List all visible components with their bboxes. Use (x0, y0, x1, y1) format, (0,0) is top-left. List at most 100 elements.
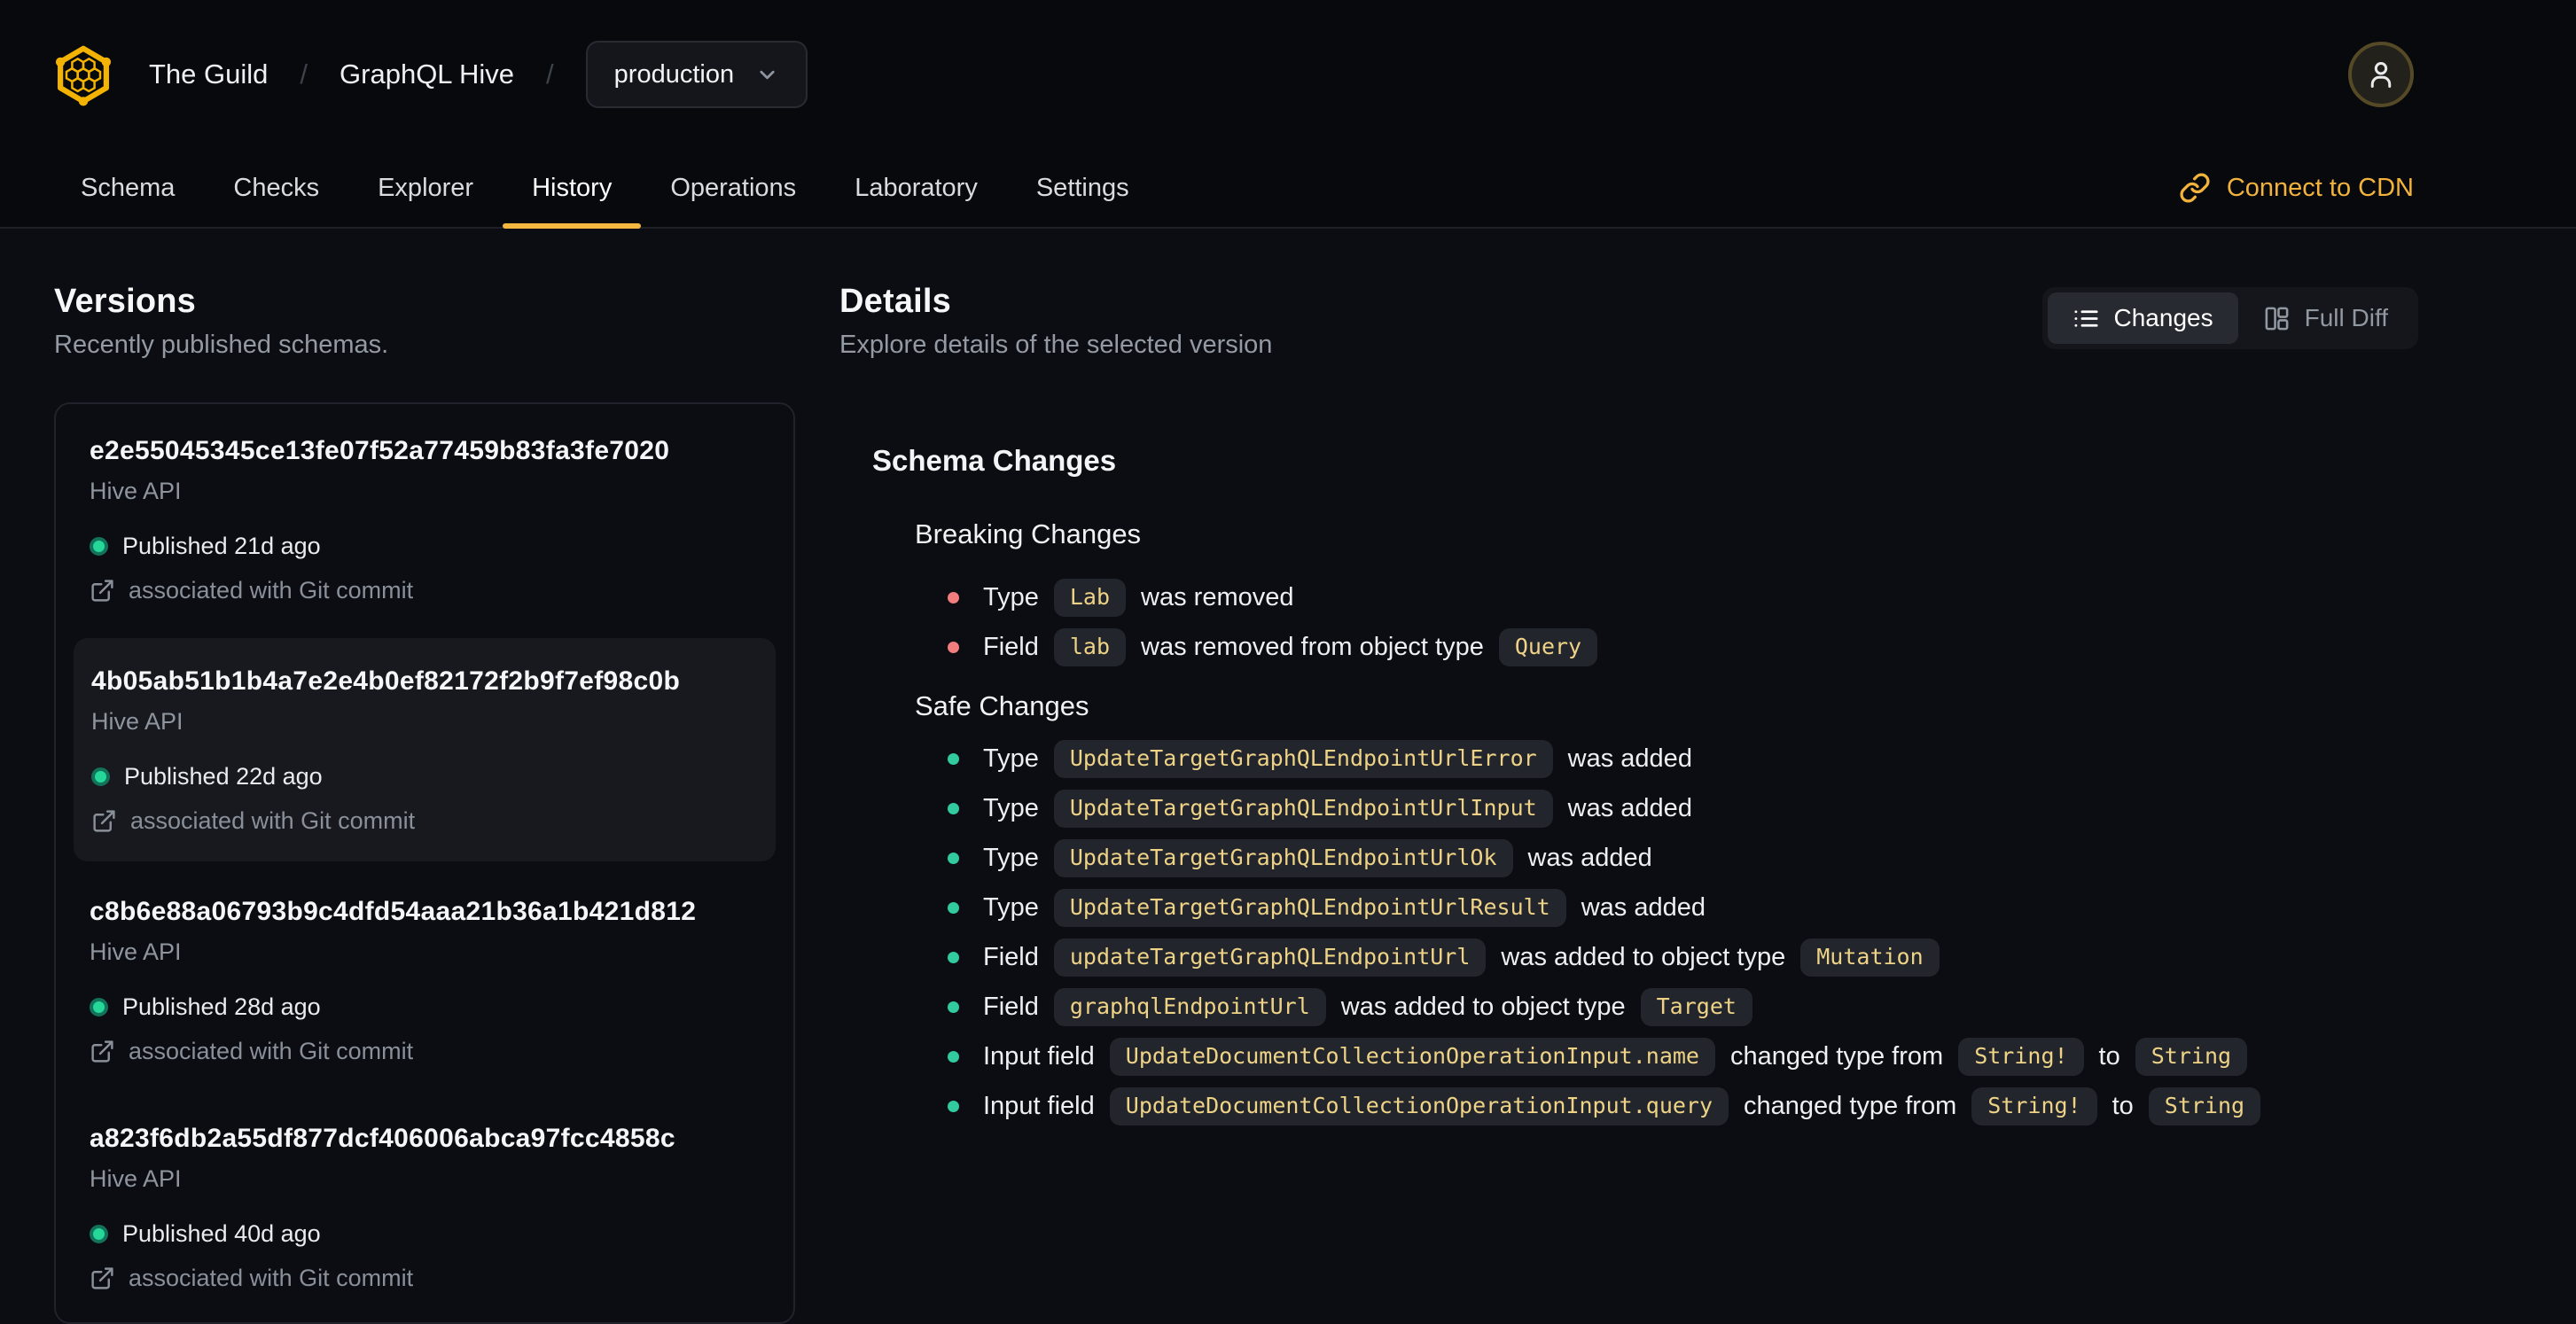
change-text: Field (983, 632, 1039, 661)
hive-logo-icon[interactable] (51, 40, 115, 109)
version-commit-row[interactable]: associated with Git commit (90, 574, 758, 606)
version-list-item[interactable]: e2e55045345ce13fe07f52a77459b83fa3fe7020… (56, 406, 793, 633)
code-chip: lab (1053, 627, 1127, 666)
tab-label: Settings (1035, 173, 1129, 202)
schema-change-item: Type UpdateTargetGraphQLEndpointUrlInput w… (948, 783, 2418, 833)
code-chip: UpdateTargetGraphQLEndpointUrlError (1053, 739, 1553, 778)
tab-label: History (532, 173, 613, 202)
link-icon (2180, 173, 2210, 203)
tab-label: Schema (81, 173, 176, 202)
schema-change-item: Input field UpdateDocumentCollectionOpera… (948, 1032, 2418, 1081)
change-text: Type (983, 843, 1039, 872)
change-text: to (2112, 1091, 2134, 1120)
change-text: Field (983, 942, 1039, 971)
version-status-row: Published 40d ago (90, 1218, 758, 1250)
list-icon (2073, 309, 2098, 327)
change-text: Input field (983, 1091, 1095, 1120)
schema-change-item: Field lab was removed from object type Quer… (948, 622, 2418, 672)
code-chip: UpdateDocumentCollectionOperationInput.n… (1109, 1037, 1715, 1076)
change-description: Type Lab was removed (983, 578, 1294, 617)
tab-label: Operations (670, 173, 797, 202)
details-header: Details Explore details of the selected … (839, 284, 2418, 360)
version-published-text: Published 21d ago (122, 533, 321, 559)
schema-changes-section: Schema Changes Breaking Changes Type Lab wa… (839, 443, 2418, 1131)
external-link-icon (91, 579, 113, 602)
details-panel: Details Explore details of the selected … (839, 284, 2418, 1324)
connect-to-cdn-label: Connect to CDN (2226, 173, 2414, 202)
version-published-text: Published 22d ago (124, 763, 323, 790)
schema-change-item: Type UpdateTargetGraphQLEndpointUrlResult… (948, 883, 2418, 932)
external-link-icon (91, 1266, 113, 1289)
change-text: Type (983, 892, 1039, 922)
tab-history[interactable]: History (503, 149, 642, 229)
change-bullet-icon (948, 1001, 959, 1013)
change-bullet-icon (948, 641, 959, 653)
tab-schema[interactable]: Schema (51, 149, 204, 227)
version-commit-text: associated with Git commit (130, 807, 416, 834)
breadcrumb: The Guild / GraphQL Hive / production (149, 41, 808, 108)
version-commit-row[interactable]: associated with Git commit (90, 1262, 758, 1294)
code-chip: UpdateTargetGraphQLEndpointUrlResult (1053, 888, 1566, 927)
breadcrumb-org-link[interactable]: The Guild (149, 58, 268, 90)
version-commit-row[interactable]: associated with Git commit (91, 805, 758, 837)
change-text: was removed (1141, 582, 1294, 611)
version-list-item[interactable]: 4b05ab51b1b4a7e2e4b0ef82172f2b9f7ef98c0b… (74, 638, 776, 861)
code-chip: graphqlEndpointUrl (1053, 987, 1326, 1026)
version-list-item[interactable]: c8b6e88a06793b9c4dfd54aaa21b36a1b421d812… (56, 867, 793, 1094)
tab-laboratory[interactable]: Laboratory (825, 149, 1007, 227)
tab-operations[interactable]: Operations (641, 149, 825, 227)
target-selector-dropdown[interactable]: production (585, 41, 808, 108)
breaking-changes-group: Breaking Changes Type Lab was removed Field l… (915, 518, 2418, 672)
tab-label: Checks (233, 173, 320, 202)
change-text: Input field (983, 1041, 1095, 1071)
change-description: Input field UpdateDocumentCollectionOpera… (983, 1086, 2261, 1125)
change-list: Type Lab was removed Field lab was removed fr… (915, 572, 2418, 672)
code-chip: UpdateTargetGraphQLEndpointUrlOk (1053, 838, 1513, 877)
published-status-dot-icon (90, 997, 108, 1016)
external-link-icon (91, 1040, 113, 1063)
code-chip: UpdateTargetGraphQLEndpointUrlInput (1053, 789, 1553, 828)
safe-changes-group: Safe Changes Type UpdateTargetGraphQLEndpo… (915, 689, 2418, 1131)
change-description: Type UpdateTargetGraphQLEndpointUrlError w… (983, 739, 1692, 778)
header-top-row: The Guild / GraphQL Hive / production (0, 0, 2576, 149)
change-text: was added (1567, 744, 1692, 773)
code-chip: String (2148, 1086, 2261, 1125)
full-diff-view-label: Full Diff (2304, 304, 2388, 331)
change-description: Type UpdateTargetGraphQLEndpointUrlOk was … (983, 838, 1652, 877)
version-commit-row[interactable]: associated with Git commit (90, 1035, 758, 1067)
connect-to-cdn-link[interactable]: Connect to CDN (2179, 149, 2414, 227)
breadcrumb-project-link[interactable]: GraphQL Hive (340, 58, 514, 90)
version-published-text: Published 40d ago (122, 1220, 321, 1247)
change-text: to (2098, 1041, 2120, 1071)
code-chip: String! (1958, 1037, 2084, 1076)
user-avatar-button[interactable] (2348, 42, 2414, 107)
tab-checks[interactable]: Checks (204, 149, 348, 227)
change-text: was added (1527, 843, 1652, 872)
change-bullet-icon (948, 802, 959, 814)
change-list: Type UpdateTargetGraphQLEndpointUrlError w… (915, 734, 2418, 1131)
schema-change-item: Field graphqlEndpointUrl was added to obje… (948, 982, 2418, 1032)
version-service-name: Hive API (90, 938, 182, 965)
tab-label: Explorer (378, 173, 474, 202)
version-status-row: Published 28d ago (90, 991, 758, 1023)
app-header: The Guild / GraphQL Hive / production Sc… (0, 0, 2576, 229)
schema-change-item: Input field UpdateDocumentCollectionOpera… (948, 1081, 2418, 1131)
view-toggle-group: Changes Full Diff (2041, 287, 2418, 349)
full-diff-view-button[interactable]: Full Diff (2238, 292, 2413, 344)
change-bullet-icon (948, 1050, 959, 1063)
version-list-item[interactable]: a823f6db2a55df877dcf406006abca97fcc4858c… (56, 1094, 793, 1320)
published-status-dot-icon (90, 1224, 108, 1243)
change-bullet-icon (948, 901, 959, 914)
change-text: Type (983, 744, 1039, 773)
tab-explorer[interactable]: Explorer (348, 149, 503, 227)
code-chip: String (2135, 1037, 2248, 1076)
schema-change-item: Type UpdateTargetGraphQLEndpointUrlOk was … (948, 833, 2418, 883)
version-status-row: Published 21d ago (90, 530, 758, 562)
chevron-down-icon (760, 70, 775, 79)
changes-view-button[interactable]: Changes (2047, 292, 2238, 344)
version-commit-text: associated with Git commit (129, 1038, 414, 1064)
tab-settings[interactable]: Settings (1007, 149, 1159, 227)
target-selector-value: production (613, 59, 735, 89)
external-link-icon (93, 809, 115, 832)
code-chip: Mutation (1800, 938, 1940, 977)
